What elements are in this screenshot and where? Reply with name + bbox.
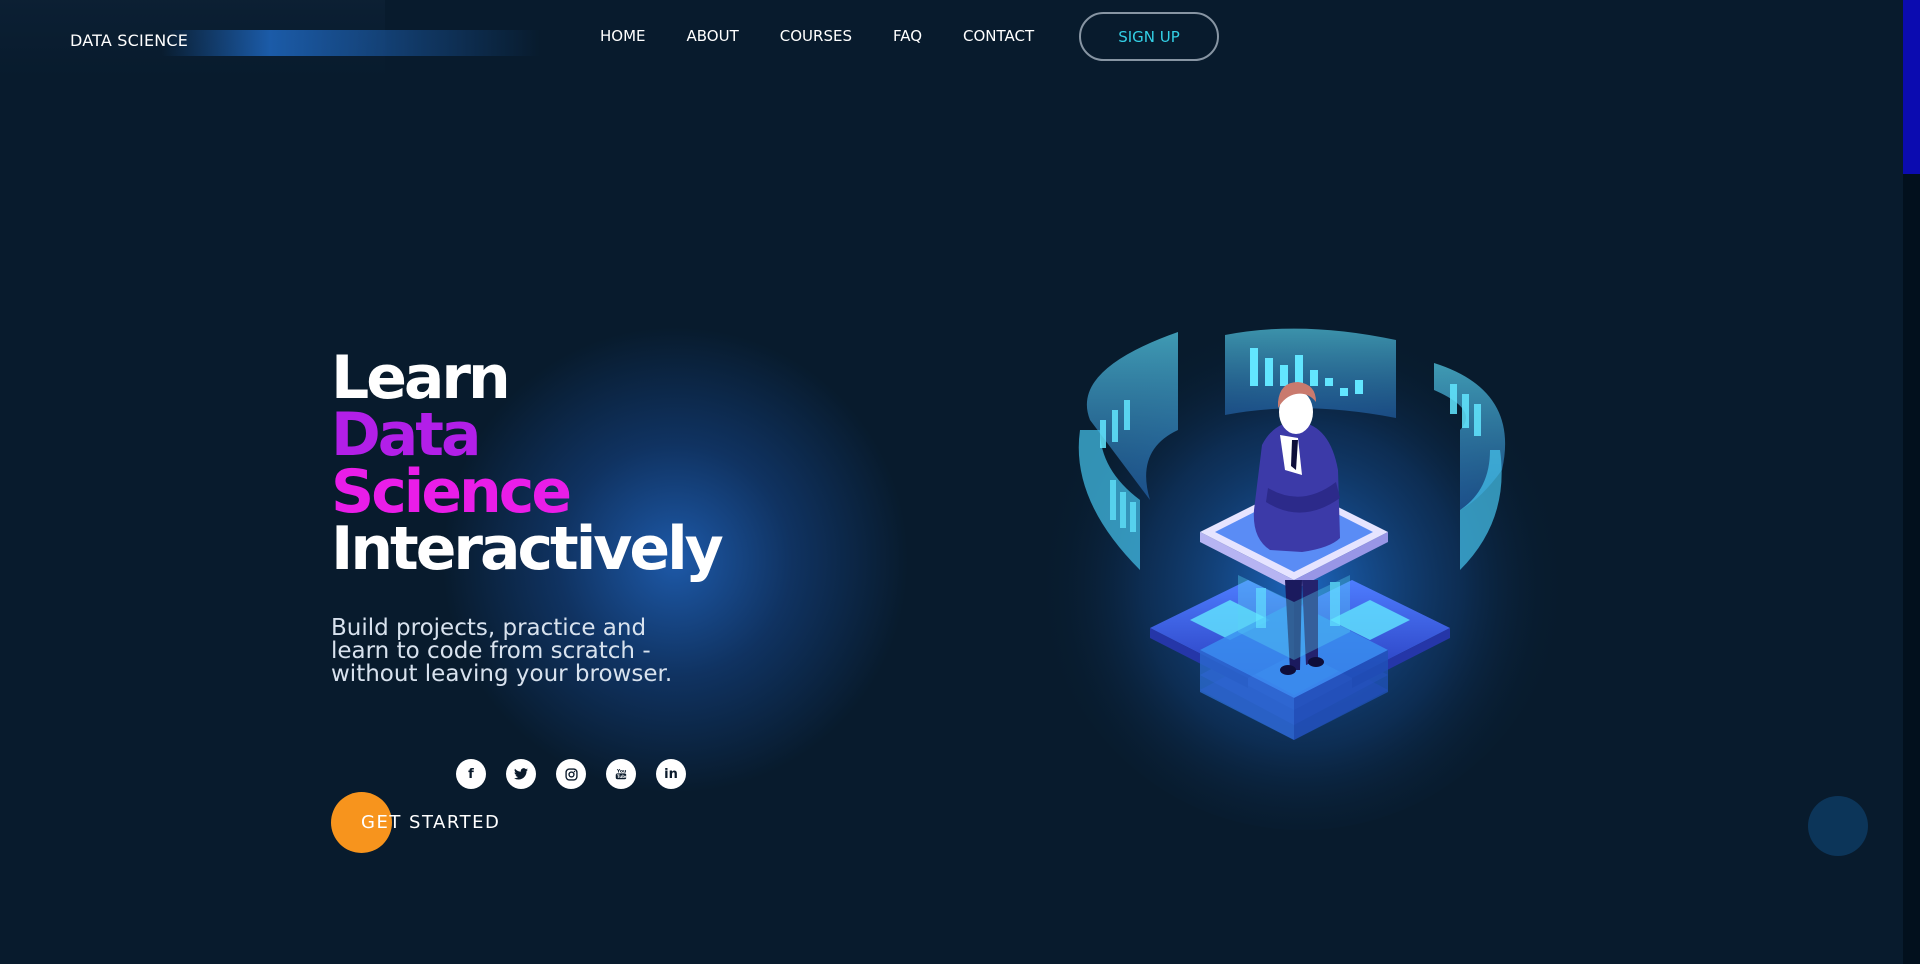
svg-text:You: You — [616, 768, 626, 774]
hero-title-line-interactively: Interactively — [331, 514, 724, 584]
twitter-icon[interactable] — [506, 759, 536, 789]
signup-button[interactable]: SIGN UP — [1079, 12, 1219, 61]
hero-title: Learn Data Science Interactively — [331, 343, 724, 584]
instagram-icon[interactable] — [556, 759, 586, 789]
hero-subtitle-line2: learn to code from scratch - — [331, 638, 651, 664]
linkedin-icon[interactable]: in — [656, 759, 686, 789]
nav-about[interactable]: ABOUT — [687, 27, 739, 45]
hero-title-line-science: Science — [331, 457, 572, 527]
hero-title-line-learn: Learn — [331, 343, 511, 413]
scrollbar-thumb[interactable] — [1903, 0, 1920, 174]
chat-bubble-button[interactable] — [1808, 796, 1868, 856]
nav-contact[interactable]: CONTACT — [963, 27, 1034, 45]
hero-title-line-data: Data — [331, 400, 481, 470]
hero-subtitle: Build projects, practice and learn to co… — [331, 617, 731, 686]
youtube-icon[interactable]: You Tube — [606, 759, 636, 789]
social-links: f You Tube in — [456, 759, 686, 789]
brand-logo-text[interactable]: DATA SCIENCE — [70, 31, 188, 50]
page-scrollbar[interactable] — [1903, 0, 1920, 964]
main-nav: HOME ABOUT COURSES FAQ CONTACT — [600, 27, 1075, 45]
page: DATA SCIENCE HOME ABOUT COURSES FAQ CONT… — [0, 0, 1903, 964]
facebook-icon[interactable]: f — [456, 759, 486, 789]
nav-courses[interactable]: COURSES — [780, 27, 852, 45]
nav-home[interactable]: HOME — [600, 27, 646, 45]
get-started-label: GET STARTED — [361, 812, 501, 833]
get-started-button[interactable]: GET STARTED — [331, 792, 500, 853]
data-scientist-illustration — [1040, 290, 1560, 830]
hero-subtitle-line3: without leaving your browser. — [331, 661, 673, 687]
hero-subtitle-line1: Build projects, practice and — [331, 615, 647, 641]
nav-faq[interactable]: FAQ — [893, 27, 922, 45]
svg-text:Tube: Tube — [617, 774, 628, 779]
